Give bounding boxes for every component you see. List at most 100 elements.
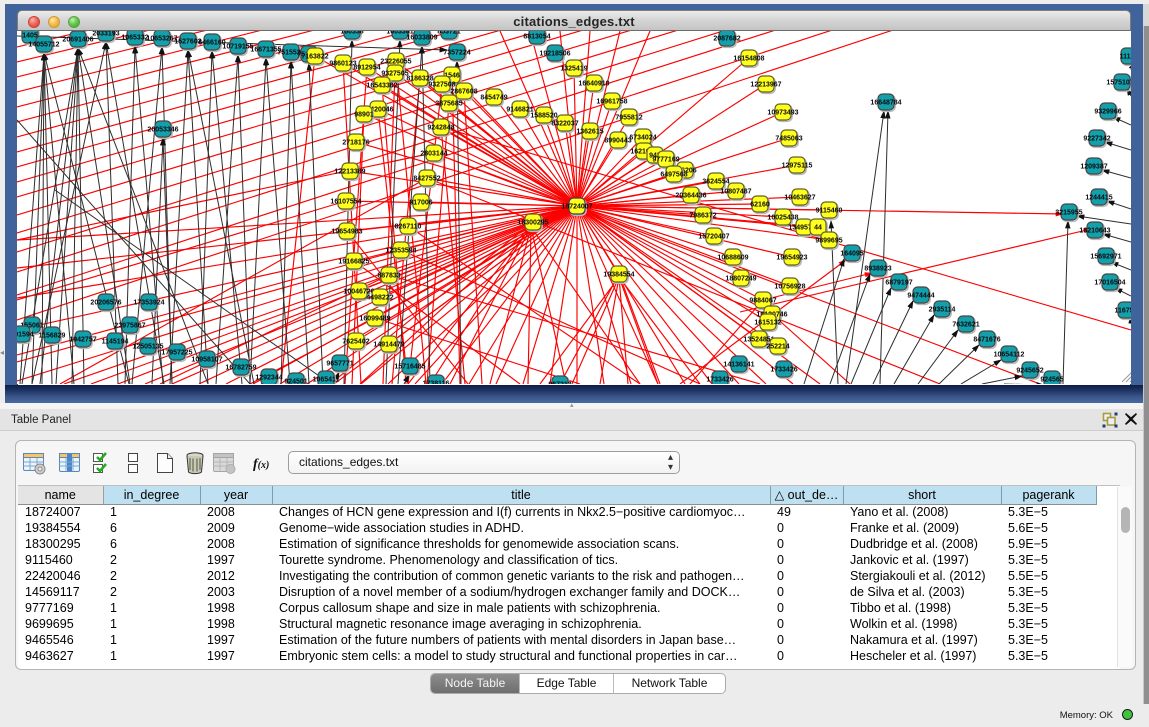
svg-text:2867608: 2867608: [450, 89, 477, 96]
svg-text:116753: 116753: [1115, 308, 1131, 315]
svg-text:9329966: 9329966: [1094, 109, 1121, 116]
svg-text:16107554: 16107554: [330, 199, 361, 206]
svg-text:19166825: 19166825: [338, 259, 369, 266]
svg-text:7625402: 7625402: [342, 339, 369, 346]
svg-text:2935114: 2935114: [929, 307, 956, 314]
svg-text:12975115: 12975115: [782, 163, 813, 170]
svg-text:20691406: 20691406: [62, 37, 93, 44]
svg-text:20206576: 20206576: [90, 300, 121, 307]
svg-text:9327508: 9327508: [428, 82, 455, 89]
svg-text:19654983: 19654983: [331, 229, 362, 236]
svg-text:15720407: 15720407: [698, 234, 729, 241]
svg-text:10973493: 10973493: [767, 110, 798, 117]
svg-text:9242848: 9242848: [427, 125, 454, 132]
svg-text:7632621: 7632621: [952, 322, 979, 329]
svg-text:10719155: 10719155: [222, 44, 253, 51]
svg-text:252214: 252214: [766, 344, 789, 351]
svg-text:10756928: 10756928: [774, 284, 805, 291]
svg-text:6879197: 6879197: [885, 280, 912, 287]
svg-text:8427552: 8427552: [413, 176, 440, 183]
svg-text:16210643: 16210643: [1079, 228, 1110, 235]
svg-text:10653267: 10653267: [146, 36, 177, 43]
svg-text:2033193: 2033193: [92, 31, 119, 38]
svg-text:8322037: 8322037: [551, 121, 578, 128]
svg-text:4498222: 4498222: [366, 295, 393, 302]
svg-text:18724007: 18724007: [561, 204, 592, 211]
svg-text:15692971: 15692971: [1090, 254, 1121, 261]
svg-text:1065411: 1065411: [313, 377, 340, 384]
svg-text:9899695: 9899695: [815, 238, 842, 245]
svg-text:1588520: 1588520: [530, 113, 557, 120]
svg-text:853721: 853721: [437, 31, 460, 36]
svg-text:16543362: 16543362: [366, 83, 397, 90]
svg-text:16648784: 16648784: [870, 100, 901, 107]
svg-text:2803144: 2803144: [420, 151, 447, 158]
svg-text:10958107: 10958107: [191, 357, 222, 364]
svg-text:10688609: 10688609: [717, 255, 748, 262]
svg-text:16640910: 16640910: [578, 81, 609, 88]
svg-text:924501: 924501: [284, 379, 307, 384]
svg-text:14136141: 14136141: [723, 362, 754, 369]
svg-text:8267110: 8267110: [395, 224, 422, 231]
svg-text:7163822: 7163822: [301, 54, 328, 61]
svg-text:1325419: 1325419: [560, 66, 587, 73]
svg-text:1738116: 1738116: [423, 381, 450, 384]
svg-text:f(x): f(x): [253, 457, 269, 472]
svg-text:967213: 967213: [548, 382, 571, 384]
svg-text:160338: 160338: [340, 31, 363, 36]
svg-text:18807249: 18807249: [725, 276, 756, 283]
svg-text:16154808: 16154808: [733, 56, 764, 63]
svg-text:20053346: 20053346: [147, 127, 178, 134]
svg-text:16033809: 16033809: [406, 35, 437, 42]
svg-text:7955812: 7955812: [615, 115, 642, 122]
svg-text:817006: 817006: [409, 200, 432, 207]
svg-text:1145194: 1145194: [102, 339, 129, 346]
svg-text:924565: 924565: [1040, 377, 1063, 384]
svg-text:62160: 62160: [750, 202, 770, 209]
svg-text:10807487: 10807487: [720, 189, 751, 196]
svg-text:12505135: 12505135: [132, 344, 163, 351]
svg-text:1405: 1405: [22, 33, 38, 40]
svg-text:391594: 391594: [17, 332, 34, 339]
svg-text:9115460: 9115460: [816, 208, 843, 215]
svg-text:19384554: 19384554: [603, 272, 634, 279]
svg-text:12353594: 12353594: [385, 248, 416, 255]
svg-text:8454749: 8454749: [480, 95, 507, 102]
svg-text:11123: 11123: [1120, 54, 1131, 61]
svg-text:1942757: 1942757: [69, 337, 96, 344]
svg-text:3875685: 3875685: [435, 101, 462, 108]
svg-text:14055712: 14055712: [28, 42, 59, 49]
svg-text:9777169: 9777169: [652, 157, 679, 164]
svg-text:19654923: 19654923: [776, 255, 807, 262]
svg-text:17957225: 17957225: [161, 350, 192, 357]
svg-text:3624554: 3624554: [702, 179, 729, 186]
svg-text:15716485: 15716485: [394, 364, 425, 371]
svg-text:20364436: 20364436: [675, 193, 706, 200]
svg-text:1733426: 1733426: [706, 377, 733, 384]
svg-text:9474444: 9474444: [907, 293, 934, 300]
svg-text:7485063: 7485063: [775, 136, 802, 143]
svg-text:17016504: 17016504: [1094, 280, 1125, 287]
svg-text:10463627: 10463627: [784, 195, 815, 202]
svg-text:14914479: 14914479: [373, 342, 404, 349]
svg-text:98901: 98901: [354, 112, 374, 119]
svg-text:164095: 164095: [840, 251, 863, 258]
svg-text:18300295: 18300295: [517, 220, 548, 227]
svg-text:2087682: 2087682: [713, 36, 740, 43]
svg-text:12213967: 12213967: [750, 82, 781, 89]
svg-text:6734024: 6734024: [629, 135, 656, 142]
svg-text:6497568: 6497568: [660, 172, 687, 179]
svg-text:8471676: 8471676: [973, 337, 1000, 344]
svg-text:9657771: 9657771: [326, 361, 353, 368]
svg-text:1156829: 1156829: [39, 333, 66, 340]
svg-text:23975867: 23975867: [114, 323, 145, 330]
svg-text:3215955: 3215955: [1055, 210, 1082, 217]
svg-text:16961758: 16961758: [596, 99, 627, 106]
svg-text:1209387: 1209387: [1080, 164, 1107, 171]
svg-text:1065332: 1065332: [121, 35, 148, 42]
svg-text:9245652: 9245652: [1016, 368, 1043, 375]
svg-text:887833: 887833: [377, 273, 400, 280]
svg-text:1292344: 1292344: [255, 375, 282, 382]
svg-text:10025438: 10025438: [767, 215, 798, 222]
svg-text:8938923: 8938923: [864, 266, 891, 273]
